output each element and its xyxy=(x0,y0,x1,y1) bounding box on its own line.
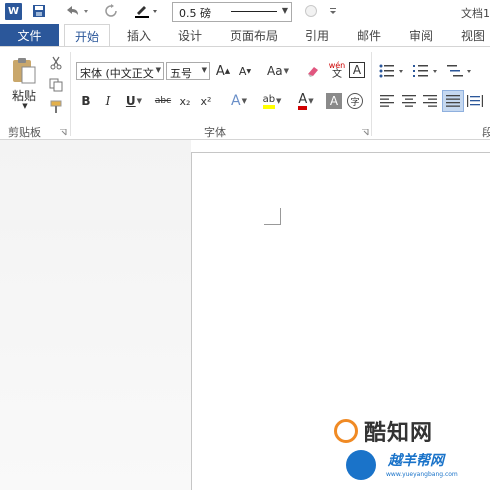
border-line-preview xyxy=(231,11,277,12)
text-effects-label: A xyxy=(231,93,241,109)
chevron-down-icon: ▼ xyxy=(281,6,288,15)
document-left-margin xyxy=(0,140,191,490)
chevron-down-icon: ▼ xyxy=(283,67,289,75)
chevron-down-icon[interactable]: ▼ xyxy=(20,102,30,110)
justify-icon[interactable] xyxy=(442,90,464,112)
tab-layout[interactable]: 页面布局 xyxy=(230,24,278,46)
chevron-down-icon: ▼ xyxy=(276,97,282,105)
shrink-font-button[interactable]: A ▼ xyxy=(236,62,254,80)
character-border-button[interactable]: A xyxy=(349,62,365,78)
clear-formatting-icon[interactable] xyxy=(304,62,324,80)
chevron-down-icon: ▼ xyxy=(308,97,314,105)
tab-references[interactable]: 引用 xyxy=(305,24,329,46)
superscript-button[interactable]: x² xyxy=(197,92,215,110)
chevron-down-icon: ▼ xyxy=(155,66,161,74)
border-weight-dropdown[interactable]: 0.5 磅 ▼ xyxy=(172,2,292,22)
font-color-button[interactable]: A ▼ xyxy=(291,92,321,110)
cut-icon[interactable] xyxy=(46,54,66,72)
font-family-dropdown[interactable]: 宋体 (中文正文) ▼ xyxy=(76,62,164,80)
tab-review[interactable]: 审阅 xyxy=(409,24,433,46)
subscript-button[interactable]: x₂ xyxy=(176,92,194,110)
paste-icon[interactable] xyxy=(8,56,40,86)
watermark-kuzhi: 酷知网 xyxy=(334,416,474,446)
phonetic-guide-button[interactable]: wén 文 xyxy=(328,58,346,82)
up-arrow-icon: ▲ xyxy=(224,67,231,75)
dialog-launcher-icon[interactable] xyxy=(59,128,67,136)
undo-button[interactable] xyxy=(62,2,92,20)
align-center-icon[interactable] xyxy=(400,92,418,110)
format-painter-icon[interactable] xyxy=(46,98,66,116)
chevron-down-icon: ▼ xyxy=(241,97,247,105)
tab-mailings[interactable]: 邮件 xyxy=(357,24,381,46)
character-shading-button[interactable]: A xyxy=(326,93,342,109)
save-icon[interactable] xyxy=(30,2,48,20)
kuzhi-logo-icon xyxy=(334,419,358,443)
paragraph-group-label: 段 xyxy=(482,126,490,139)
font-color-label: A xyxy=(298,93,308,110)
multilevel-list-button[interactable] xyxy=(446,62,476,80)
word-logo-icon: W xyxy=(5,3,22,20)
margin-corner-mark xyxy=(264,208,281,225)
document-title: 文档1 xyxy=(461,7,490,20)
group-divider xyxy=(371,52,372,136)
underline-label: U xyxy=(125,94,136,108)
grow-font-button[interactable]: A ▲ xyxy=(214,62,232,80)
text-effects-button[interactable]: A ▼ xyxy=(225,92,253,110)
dialog-launcher-icon[interactable] xyxy=(361,128,369,136)
quick-access-toolbar: W 0.5 磅 ▼ 文档1 xyxy=(0,0,490,24)
bullets-button[interactable] xyxy=(378,62,408,80)
font-group-label: 字体 xyxy=(204,126,226,139)
align-right-icon[interactable] xyxy=(421,92,439,110)
underline-button[interactable]: U ▼ xyxy=(121,92,147,110)
redo-icon[interactable] xyxy=(102,2,120,20)
tab-home[interactable]: 开始 xyxy=(64,24,110,47)
italic-button[interactable]: I xyxy=(100,92,116,110)
distributed-align-icon[interactable] xyxy=(466,92,484,110)
yueyang-brand-url: www.yueyangbang.com xyxy=(386,471,458,478)
phonetic-guide-char: 文 xyxy=(332,69,342,80)
kuzhi-brand-text: 酷知网 xyxy=(364,421,434,446)
change-case-label: Aa xyxy=(267,64,283,78)
copy-icon[interactable] xyxy=(46,76,66,94)
bold-button[interactable]: B xyxy=(78,92,94,110)
enclose-characters-button[interactable]: 字 xyxy=(347,93,363,109)
tab-design[interactable]: 设计 xyxy=(178,24,202,46)
tab-insert[interactable]: 插入 xyxy=(127,24,151,46)
font-size-value: 五号 xyxy=(170,67,192,80)
font-family-value: 宋体 (中文正文) xyxy=(80,67,154,80)
yueyang-brand-text: 越羊帮网 xyxy=(388,453,444,469)
strikethrough-button[interactable]: abc xyxy=(153,92,173,110)
highlight-label: ab xyxy=(262,94,276,109)
customize-qat-icon[interactable] xyxy=(326,2,340,20)
tab-file[interactable]: 文件 xyxy=(0,24,59,46)
paste-button[interactable]: 粘贴 xyxy=(8,88,40,103)
shrink-font-label: A xyxy=(238,64,247,78)
change-case-button[interactable]: Aa ▼ xyxy=(262,62,294,80)
align-left-icon[interactable] xyxy=(378,92,396,110)
pen-color-button[interactable] xyxy=(132,2,162,20)
yueyang-logo-icon xyxy=(346,450,376,480)
clipboard-group-label: 剪贴板 xyxy=(8,126,41,139)
tab-view[interactable]: 视图 xyxy=(461,24,485,46)
highlight-button[interactable]: ab ▼ xyxy=(257,92,287,110)
chevron-down-icon: ▼ xyxy=(136,97,143,105)
chevron-down-icon: ▼ xyxy=(201,66,207,74)
circle-option-icon[interactable] xyxy=(302,2,320,20)
group-divider xyxy=(70,52,71,136)
down-arrow-icon: ▼ xyxy=(246,67,252,75)
numbering-button[interactable] xyxy=(412,62,442,80)
watermark-yueyang: 越羊帮网 www.yueyangbang.com xyxy=(340,446,490,486)
font-size-dropdown[interactable]: 五号 ▼ xyxy=(166,62,210,80)
grow-font-label: A xyxy=(215,63,225,79)
border-weight-value: 0.5 磅 xyxy=(179,7,211,20)
